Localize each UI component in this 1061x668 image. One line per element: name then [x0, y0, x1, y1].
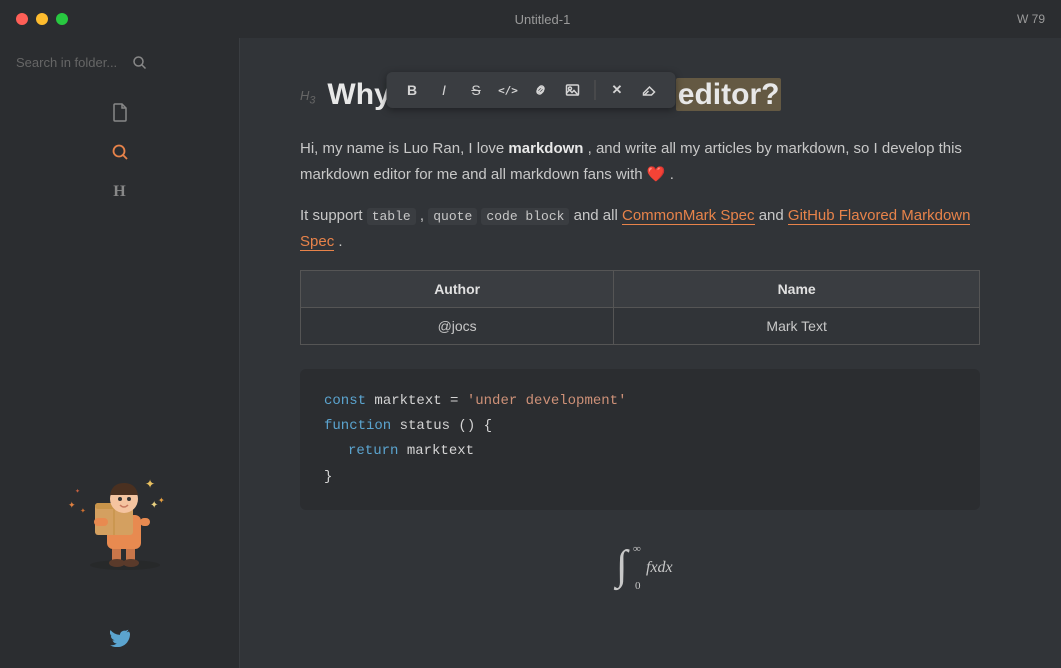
minimize-button[interactable]	[36, 13, 48, 25]
svg-text:∫: ∫	[613, 543, 630, 591]
para1-start: Hi, my name is Luo Ran, I love	[300, 140, 508, 157]
svg-text:∞: ∞	[633, 543, 641, 555]
svg-text:✦: ✦	[80, 507, 86, 515]
table-header-author: Author	[301, 271, 614, 308]
para2-end: .	[338, 233, 342, 250]
code-fn-name: status () {	[400, 418, 492, 434]
sidebar-item-heading[interactable]: H	[102, 174, 138, 210]
code-closing-brace: }	[324, 469, 332, 485]
italic-button[interactable]: I	[430, 76, 458, 104]
para2-comma1: ,	[420, 207, 428, 224]
code-block: code block	[481, 208, 569, 225]
content-area[interactable]: H3 Why another markdown editor? Hi, my n…	[240, 38, 1061, 668]
math-integral-svg: ∫ ∞ 0 fxdx	[611, 534, 691, 594]
search-icon[interactable]	[125, 48, 153, 76]
svg-text:✦: ✦	[145, 477, 155, 491]
strikethrough-button[interactable]: S	[462, 76, 490, 104]
sidebar-illustration: ✦ ✦ ✦ ✦ ✦ ✦	[0, 218, 239, 613]
para1-bold: markdown	[508, 140, 583, 157]
code-string: 'under development'	[467, 393, 627, 409]
code-quote: quote	[428, 208, 477, 225]
commonmark-link[interactable]: CommonMark Spec	[622, 207, 755, 225]
table-row: @jocs Mark Text	[301, 308, 980, 345]
erase-button[interactable]	[635, 76, 663, 104]
link-button[interactable]	[526, 76, 554, 104]
svg-text:✦: ✦	[75, 488, 80, 495]
code-function-kw: function	[324, 418, 391, 434]
code-table: table	[367, 208, 416, 225]
svg-text:✦: ✦	[68, 500, 76, 510]
document-title: Untitled-1	[515, 12, 571, 27]
svg-text:0: 0	[635, 580, 641, 592]
table-header-name: Name	[614, 271, 980, 308]
twitter-icon[interactable]	[110, 629, 130, 652]
bold-button[interactable]: B	[398, 76, 426, 104]
code-line-4: }	[324, 465, 956, 490]
para1-period: .	[670, 166, 674, 183]
code-button[interactable]: </>	[494, 76, 522, 104]
table-cell-author: @jocs	[301, 308, 614, 345]
format-toolbar: B I S </> ✕	[386, 72, 675, 108]
sidebar: Search in folder...	[0, 38, 240, 668]
highlighted-word: editor?	[676, 78, 782, 111]
toolbar-divider	[594, 80, 595, 100]
code-line-2: function status () {	[324, 414, 956, 439]
search-placeholder: Search in folder...	[16, 55, 117, 70]
para2-and: and	[759, 207, 788, 224]
markdown-table: Author Name @jocs Mark Text	[300, 270, 980, 345]
sidebar-item-file[interactable]	[102, 94, 138, 130]
code-line-1: const marktext = 'under development'	[324, 389, 956, 414]
heading-level-label: H3	[300, 78, 315, 107]
code-var: marktext =	[374, 393, 466, 409]
svg-text:fxdx: fxdx	[646, 559, 673, 576]
code-line-3: return marktext	[324, 439, 956, 464]
close-button[interactable]	[16, 13, 28, 25]
code-block-container: const marktext = 'under development' fun…	[300, 369, 980, 510]
paragraph-2: It support table , quote code block and …	[300, 203, 1001, 254]
word-count: W 79	[1017, 12, 1045, 26]
math-block: ∫ ∞ 0 fxdx	[300, 534, 1001, 594]
code-return-val: marktext	[407, 443, 474, 459]
code-const-kw: const	[324, 393, 366, 409]
svg-text:✦: ✦	[158, 496, 165, 505]
code-return-kw: return	[348, 443, 398, 459]
table-cell-name: Mark Text	[614, 308, 980, 345]
sidebar-bottom	[0, 613, 239, 668]
para2-start: It support	[300, 207, 367, 224]
clear-format-button[interactable]: ✕	[603, 76, 631, 104]
paragraph-1: Hi, my name is Luo Ran, I love markdown …	[300, 136, 1001, 187]
window-controls[interactable]	[16, 13, 68, 25]
titlebar: Untitled-1 W 79	[0, 0, 1061, 38]
sidebar-search-area[interactable]: Search in folder...	[0, 38, 239, 86]
maximize-button[interactable]	[56, 13, 68, 25]
sidebar-nav: H	[0, 86, 239, 218]
heart-emoji: ❤️	[647, 166, 666, 183]
svg-text:✦: ✦	[150, 500, 158, 511]
main-layout: Search in folder...	[0, 38, 1061, 668]
image-button[interactable]	[558, 76, 586, 104]
para2-mid: and all	[574, 207, 622, 224]
sidebar-item-search[interactable]	[102, 134, 138, 170]
